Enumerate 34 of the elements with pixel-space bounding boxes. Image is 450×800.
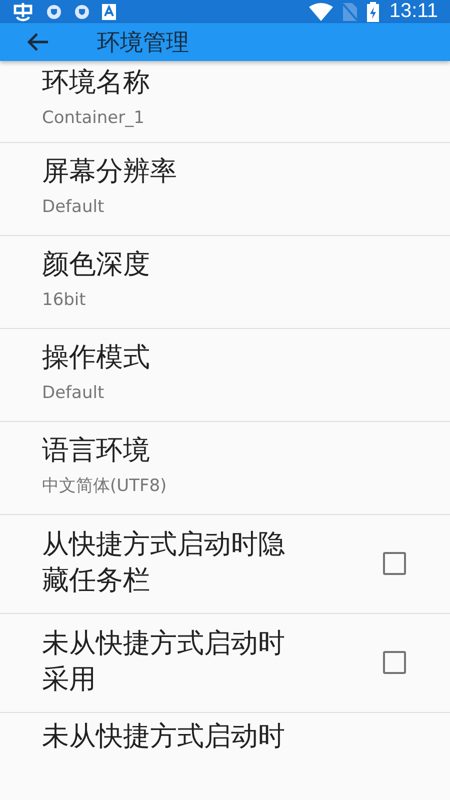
setting-title: 操作模式	[42, 341, 151, 375]
setting-title-line: 藏任务栏	[42, 564, 150, 598]
setting-item[interactable]: 语言环境 中文简体(UTF8)	[0, 422, 450, 515]
setting-value: Default	[42, 196, 106, 218]
setting-value: Default	[42, 382, 106, 404]
setting-title-line: 从快捷方式启动时隐	[42, 528, 285, 562]
shield-icon	[74, 4, 90, 20]
setting-value: 中文简体(UTF8)	[42, 475, 168, 497]
back-arrow-icon[interactable]	[26, 32, 50, 52]
setting-title: 环境名称	[42, 66, 151, 100]
no-sim-icon	[343, 2, 358, 20]
setting-title: 未从快捷方式启动时	[42, 720, 286, 754]
checkbox[interactable]	[383, 552, 406, 574]
setting-item[interactable]: 未从快捷方式启动时	[0, 713, 450, 800]
setting-item[interactable]: 环境名称 Container_1	[0, 61, 450, 143]
screen-title: 环境管理	[97, 28, 189, 58]
setting-item[interactable]: 未从快捷方式启动时 采用	[0, 614, 450, 713]
setting-title-line: 未从快捷方式启动时	[42, 627, 285, 661]
wifi-icon	[309, 2, 334, 20]
setting-item[interactable]: 操作模式 Default	[0, 329, 450, 422]
setting-item[interactable]: 从快捷方式启动时隐 藏任务栏	[0, 515, 450, 614]
notification-icon	[12, 2, 34, 22]
setting-title-line: 采用	[42, 663, 96, 697]
clock: 13:11	[389, 0, 438, 23]
setting-item[interactable]: 颜色深度 16bit	[0, 236, 450, 329]
setting-value: 16bit	[42, 289, 87, 311]
setting-value: Container_1	[42, 107, 146, 129]
app-icon	[102, 4, 116, 20]
shield-icon	[46, 4, 62, 20]
setting-title: 屏幕分辨率	[42, 155, 178, 189]
checkbox[interactable]	[383, 650, 406, 674]
setting-title: 语言环境	[42, 434, 151, 468]
setting-item[interactable]: 屏幕分辨率 Default	[0, 143, 450, 236]
setting-title: 颜色深度	[42, 248, 151, 282]
